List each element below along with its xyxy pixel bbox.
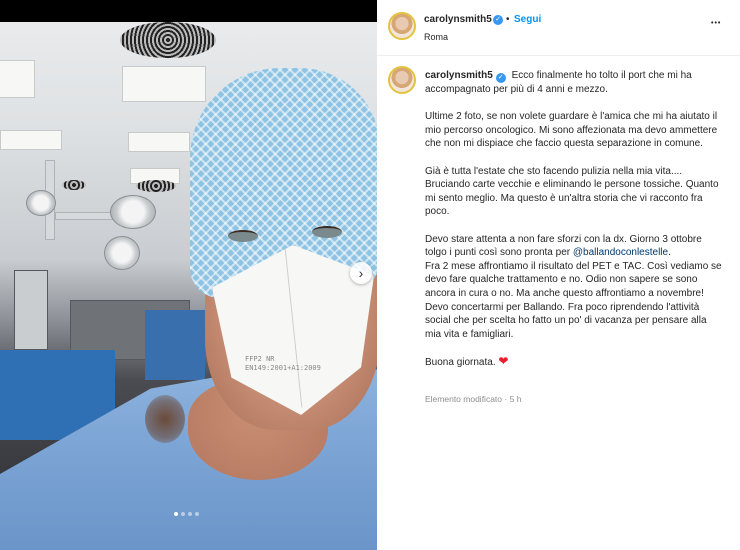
ceiling-vent <box>120 22 216 58</box>
header-separator: • <box>506 14 510 25</box>
post-photo[interactable]: FFP2 NR EN149:2001+A1:2009 › <box>0 0 377 550</box>
caption-paragraph-2: Ultime 2 foto, se non volete guardare è … <box>425 111 718 150</box>
caption-paragraph-4: Devo stare attenta a non fare sforzi con… <box>425 233 702 259</box>
caption-username[interactable]: carolynsmith5 <box>425 70 493 81</box>
post-time[interactable]: 5 h <box>510 394 522 404</box>
post-sidebar: carolynsmith5 ✓ • Segui Roma ••• carolyn… <box>377 0 740 550</box>
avatar[interactable] <box>388 12 416 40</box>
mask-print: FFP2 NR EN149:2001+A1:2009 <box>245 355 321 372</box>
ceiling-vent <box>62 180 86 190</box>
carousel-dots <box>174 512 199 516</box>
follow-button[interactable]: Segui <box>514 14 541 25</box>
carousel-dot <box>174 512 178 516</box>
verified-badge-icon: ✓ <box>495 73 506 83</box>
post-meta: Elemento modificato · 5 h <box>425 394 521 404</box>
carousel-dot <box>188 512 192 516</box>
medical-equipment <box>14 270 48 350</box>
location-link[interactable]: Roma <box>424 32 448 42</box>
blue-drape <box>145 310 205 380</box>
ceiling-light <box>128 132 190 152</box>
surgical-lamp <box>104 236 140 270</box>
caption-paragraph-6: Buona giornata. ❤ <box>425 353 509 368</box>
carousel-dot <box>181 512 185 516</box>
caption-paragraph-1: carolynsmith5 ✓ Ecco finalmente ho tolto … <box>425 70 692 95</box>
surgical-lamp <box>110 195 156 229</box>
meta-separator: · <box>504 394 508 404</box>
mention-link[interactable]: @ballandoconlestelle <box>573 247 668 258</box>
photo-top-bar <box>0 0 377 22</box>
right-eye <box>312 226 342 238</box>
carousel-dot <box>195 512 199 516</box>
carousel-next-button[interactable]: › <box>350 262 372 284</box>
edited-label: Elemento modificato <box>425 394 503 404</box>
ceiling-vent <box>136 180 176 192</box>
post-header: carolynsmith5 ✓ • Segui Roma ••• <box>377 0 740 56</box>
surgical-lamp <box>26 190 56 216</box>
left-eye <box>228 230 258 242</box>
more-options-icon[interactable]: ••• <box>711 20 721 27</box>
ceiling-light <box>0 130 62 150</box>
caption-paragraph-3: Già è tutta l'estate che sto facendo pul… <box>425 165 719 218</box>
ceiling-light <box>0 60 35 98</box>
header-username[interactable]: carolynsmith5 <box>424 14 492 25</box>
ceiling-light <box>122 66 206 102</box>
caption-paragraph-5: Fra 2 mese affrontiamo il risultato del … <box>425 260 722 340</box>
caption-avatar[interactable] <box>388 66 416 94</box>
post-caption: carolynsmith5 ✓ Ecco finalmente ho tolto … <box>425 69 725 383</box>
gown-stain <box>145 395 185 443</box>
verified-badge-icon: ✓ <box>493 15 503 25</box>
heart-icon: ❤ <box>498 353 509 368</box>
